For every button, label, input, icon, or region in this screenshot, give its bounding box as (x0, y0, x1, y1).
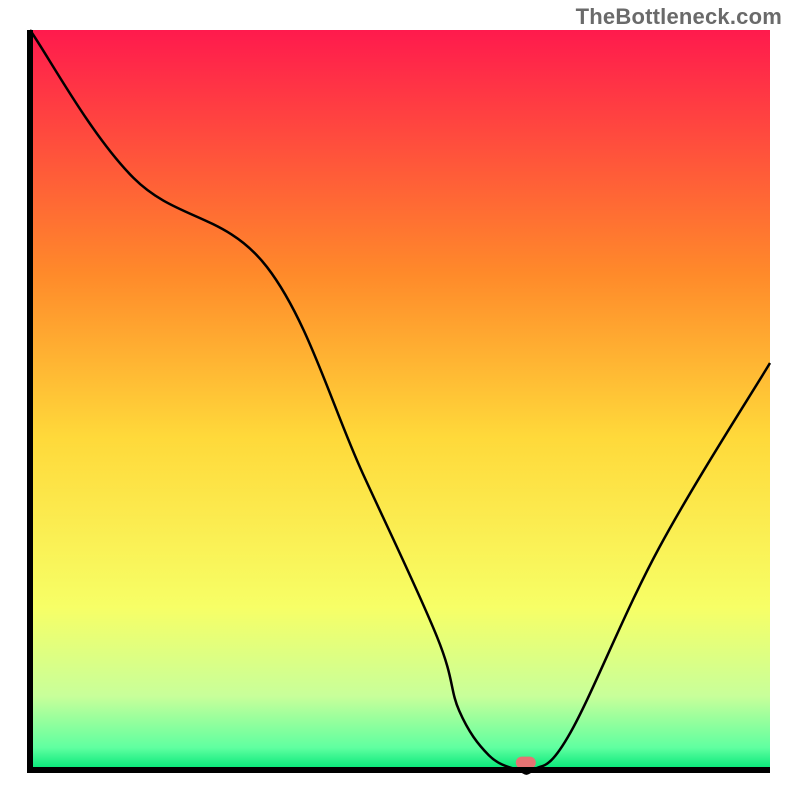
bottleneck-chart (0, 0, 800, 800)
gradient-background (30, 30, 770, 770)
watermark-label: TheBottleneck.com (576, 4, 782, 30)
optimal-marker (516, 757, 536, 769)
plot-area (30, 30, 770, 774)
chart-canvas: TheBottleneck.com (0, 0, 800, 800)
